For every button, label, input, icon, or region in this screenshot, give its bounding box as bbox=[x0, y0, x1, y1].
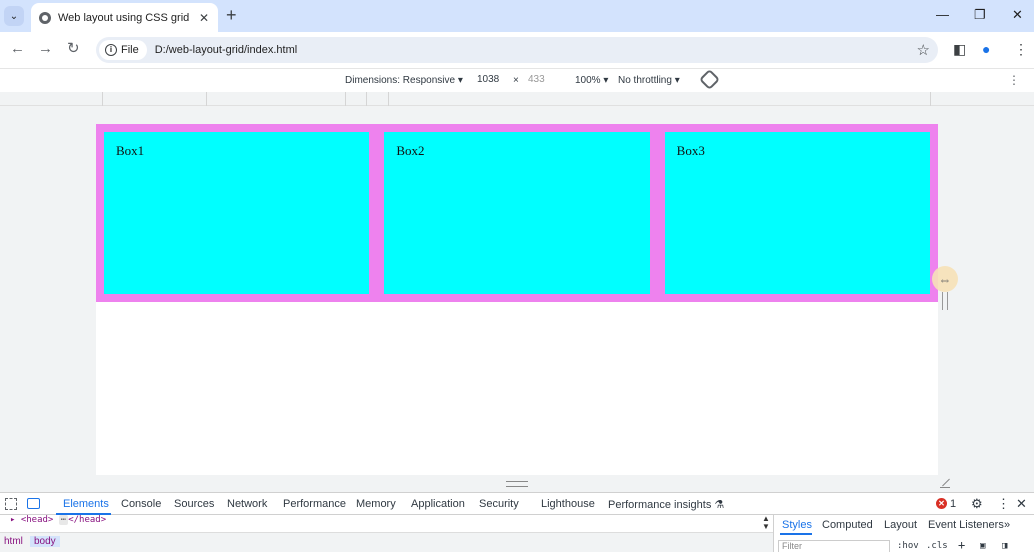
cls-toggle[interactable]: .cls bbox=[926, 541, 948, 551]
forward-icon[interactable]: → bbox=[38, 41, 53, 57]
devtools-close-icon[interactable]: ✕ bbox=[1016, 496, 1027, 512]
globe-icon bbox=[39, 11, 51, 24]
settings-gear-icon[interactable]: ⚙ bbox=[971, 496, 983, 512]
tab-performance[interactable]: Performance bbox=[283, 498, 346, 510]
tab-security[interactable]: Security bbox=[479, 498, 519, 510]
tab-console[interactable]: Console bbox=[121, 498, 161, 510]
styles-pane: Styles Computed Layout Event Listeners »… bbox=[773, 515, 1034, 552]
more-tabs-icon[interactable]: » bbox=[1004, 519, 1010, 531]
grid-box-3: Box3 bbox=[664, 132, 930, 294]
new-tab-button[interactable]: + bbox=[226, 6, 237, 24]
devtools-panel: Elements Console Sources Network Perform… bbox=[0, 492, 1034, 552]
tab-event-listeners[interactable]: Event Listeners bbox=[928, 519, 1004, 531]
site-info-label: File bbox=[121, 44, 139, 56]
breadcrumb-html[interactable]: html bbox=[0, 536, 27, 547]
styles-filter-input[interactable]: Filter bbox=[778, 540, 890, 552]
device-toggle-icon[interactable] bbox=[27, 498, 40, 509]
tab-close-icon[interactable]: ✕ bbox=[196, 11, 212, 25]
throttling-dropdown[interactable]: No throttling ▾ bbox=[618, 75, 680, 86]
elements-pane: ▸ <head> ⋯ </head> ▲ ▼ html body bbox=[0, 515, 773, 552]
tab-network[interactable]: Network bbox=[227, 498, 267, 510]
tab-sources[interactable]: Sources bbox=[174, 498, 214, 510]
dimension-separator: × bbox=[513, 75, 519, 86]
hov-toggle[interactable]: :hov bbox=[897, 541, 919, 551]
breadcrumb-body[interactable]: body bbox=[30, 536, 60, 547]
site-info-chip[interactable]: i File bbox=[99, 40, 147, 60]
tab-application[interactable]: Application bbox=[411, 498, 465, 510]
tab-computed[interactable]: Computed bbox=[822, 519, 873, 531]
info-icon: i bbox=[105, 44, 117, 56]
back-icon[interactable]: ← bbox=[10, 41, 25, 57]
devtools-tab-bar: Elements Console Sources Network Perform… bbox=[0, 493, 1034, 515]
tab-styles[interactable]: Styles bbox=[782, 519, 812, 531]
head-close-tag: </head> bbox=[68, 515, 107, 525]
error-count[interactable]: 1 bbox=[950, 498, 956, 510]
tab-elements[interactable]: Elements bbox=[63, 498, 109, 510]
side-panel-icon[interactable]: ◧ bbox=[953, 41, 966, 58]
browser-menu-icon[interactable]: ⋮ bbox=[1014, 41, 1028, 58]
bottom-resize-handle[interactable] bbox=[506, 481, 528, 487]
media-query-ruler[interactable] bbox=[0, 92, 1034, 106]
tab-performance-insights[interactable]: Performance insights ⚗ bbox=[608, 498, 724, 511]
head-open-tag: <head> bbox=[20, 515, 54, 525]
height-input[interactable]: 433 bbox=[526, 73, 547, 88]
rotate-icon[interactable] bbox=[698, 68, 721, 91]
zoom-dropdown[interactable]: 100% ▾ bbox=[575, 75, 608, 86]
resize-cursor-icon[interactable]: ⇔ bbox=[932, 266, 958, 292]
error-icon[interactable]: ✕ bbox=[936, 498, 947, 509]
sidebar-toggle-icon[interactable]: ◨ bbox=[1002, 541, 1007, 551]
restore-button[interactable]: ❐ bbox=[974, 7, 986, 23]
tab-layout[interactable]: Layout bbox=[884, 519, 917, 531]
browser-tab[interactable]: Web layout using CSS grid ✕ bbox=[31, 3, 218, 32]
close-window-button[interactable]: ✕ bbox=[1012, 7, 1023, 23]
collapsed-ellipsis[interactable]: ⋯ bbox=[58, 515, 69, 525]
dom-head-node[interactable]: ▸ <head> ⋯ </head> bbox=[10, 515, 106, 525]
add-rule-icon[interactable]: + bbox=[958, 538, 965, 552]
profile-icon[interactable]: ● bbox=[982, 41, 990, 57]
devtools-menu-icon[interactable]: ⋮ bbox=[997, 496, 1010, 512]
dom-breadcrumb: html body bbox=[0, 532, 773, 552]
reload-icon[interactable]: ↻ bbox=[67, 41, 80, 57]
scroll-arrows-icon[interactable]: ▲ ▼ bbox=[762, 515, 770, 531]
emulated-viewport: Box1 Box2 Box3 bbox=[96, 124, 938, 475]
grid-box-2: Box2 bbox=[384, 132, 650, 294]
tab-memory[interactable]: Memory bbox=[356, 498, 396, 510]
device-toolbar-more-icon[interactable]: ⋮ bbox=[1008, 73, 1020, 87]
bookmark-star-icon[interactable]: ☆ bbox=[917, 41, 930, 59]
corner-resize-handle[interactable] bbox=[940, 478, 950, 488]
tab-strip: ⌄ Web layout using CSS grid ✕ + — ❐ ✕ bbox=[0, 0, 1034, 32]
tab-title: Web layout using CSS grid bbox=[58, 11, 190, 24]
device-toolbar: Dimensions: Responsive ▾ 1038 × 433 100%… bbox=[0, 68, 1034, 92]
grid-container: Box1 Box2 Box3 bbox=[96, 124, 938, 302]
minimize-button[interactable]: — bbox=[936, 7, 949, 22]
url-text[interactable]: D:/web-layout-grid/index.html bbox=[155, 44, 297, 56]
width-input[interactable]: 1038 bbox=[475, 73, 501, 88]
right-resize-handle[interactable] bbox=[942, 292, 948, 310]
dimensions-dropdown[interactable]: Dimensions: Responsive ▾ bbox=[345, 75, 463, 86]
tab-search-button[interactable]: ⌄ bbox=[4, 6, 24, 26]
grid-box-1: Box1 bbox=[104, 132, 370, 294]
computed-styles-icon[interactable]: ▣ bbox=[980, 541, 985, 551]
styles-tab-indicator bbox=[780, 533, 812, 535]
browser-toolbar: ← → ↻ i File D:/web-layout-grid/index.ht… bbox=[0, 32, 1034, 68]
address-bar[interactable]: i File D:/web-layout-grid/index.html ☆ bbox=[96, 37, 938, 63]
inspect-element-icon[interactable] bbox=[5, 498, 17, 510]
tab-lighthouse[interactable]: Lighthouse bbox=[541, 498, 595, 510]
